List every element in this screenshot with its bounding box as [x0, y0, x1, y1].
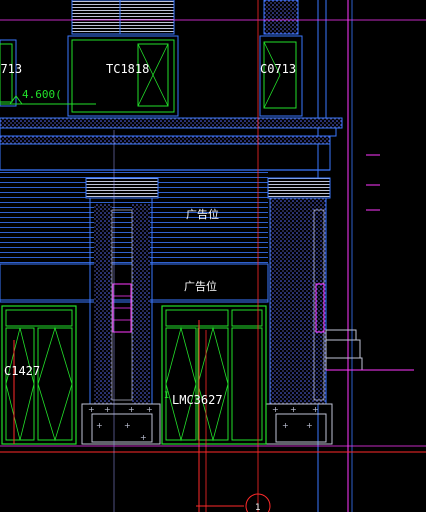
svg-text:+: + — [140, 433, 147, 442]
svg-text:+: + — [88, 405, 95, 414]
axis-bubble-number: 1 — [255, 503, 261, 512]
window-label-left[interactable]: C0713 — [0, 62, 22, 76]
svg-text:+: + — [96, 421, 103, 430]
svg-text:+: + — [104, 405, 111, 414]
window-label-middle[interactable]: TC1818 — [106, 62, 149, 76]
window-label-right[interactable]: C0713 — [260, 62, 296, 76]
svg-text:+: + — [146, 405, 153, 414]
svg-text:+: + — [282, 421, 289, 430]
door-label-marker: I — [164, 391, 169, 401]
window-label-lower-left[interactable]: C1427 — [4, 364, 40, 378]
upper-louver-block[interactable] — [71, 0, 175, 35]
elevation-mark-text: 4.600( — [22, 88, 62, 101]
cad-drawing-canvas[interactable]: 4.600(广告位 广告位 + + + + + + + + + + + + 7… — [0, 0, 426, 512]
upper-stone-pier-right — [263, 0, 299, 35]
svg-text:+: + — [272, 405, 279, 414]
svg-text:+: + — [290, 405, 297, 414]
sign-label-lower[interactable]: 广告位 — [184, 279, 217, 293]
svg-text:+: + — [306, 421, 313, 430]
svg-text:+: + — [128, 405, 135, 414]
svg-text:+: + — [312, 405, 319, 414]
svg-text:+: + — [124, 421, 131, 430]
door-label-main[interactable]: LMC3627 — [172, 393, 223, 407]
sign-label-upper[interactable]: 广告位 — [186, 207, 219, 221]
